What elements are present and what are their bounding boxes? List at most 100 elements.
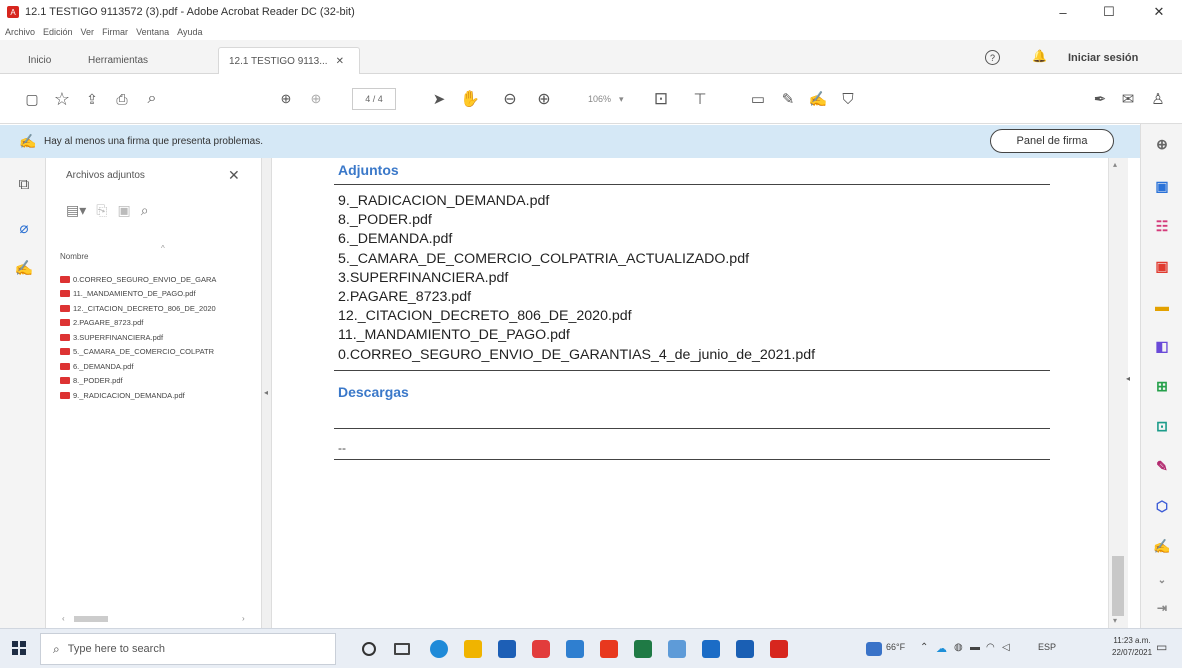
attachment-item[interactable]: 3.SUPERFINANCIERA.pdf	[60, 330, 256, 345]
export-pdf-icon[interactable]: ▣	[1152, 176, 1172, 196]
attachment-item[interactable]: 12._CITACION_DECRETO_806_DE_2020	[60, 301, 256, 316]
wifi-icon[interactable]: ◠	[986, 642, 995, 653]
notepad-icon[interactable]	[668, 640, 686, 658]
organize-pages-icon[interactable]: ☷	[1152, 216, 1172, 236]
language-indicator[interactable]: ESP	[1038, 642, 1056, 652]
share-upload-icon[interactable]: ⇪	[80, 87, 104, 111]
app-icon[interactable]	[566, 640, 584, 658]
search-icon[interactable]: ⌕	[140, 87, 164, 111]
panel-splitter[interactable]: ◂	[262, 158, 272, 628]
previous-page-icon[interactable]: ⊕	[274, 87, 298, 111]
menu-ayuda[interactable]: Ayuda	[177, 27, 202, 37]
excel-icon[interactable]	[634, 640, 652, 658]
tray-chevron-up-icon[interactable]: ⌃	[920, 642, 928, 653]
scroll-mode-icon[interactable]: ⊤	[688, 87, 712, 111]
hand-tool-icon[interactable]: ✋	[458, 87, 482, 111]
comment-tool-icon[interactable]: ▬	[1152, 296, 1172, 316]
create-icon[interactable]: ▢	[20, 87, 44, 111]
document-view[interactable]: Adjuntos 9._RADICACION_DEMANDA.pdf 8._PO…	[272, 158, 1108, 628]
maximize-button[interactable]: ☐	[1086, 0, 1132, 24]
menu-ventana[interactable]: Ventana	[136, 27, 169, 37]
highlight-pen-icon[interactable]: ✎	[776, 87, 800, 111]
page-fit-icon[interactable]: ⊡	[646, 87, 676, 111]
scroll-down-icon[interactable]: ▾	[1113, 616, 1117, 625]
column-header-name[interactable]: Nombre	[60, 252, 88, 261]
attachments-paperclip-icon[interactable]: ⌀	[14, 218, 34, 238]
print-icon[interactable]: ⎙	[110, 87, 134, 111]
more-tools-chevron-icon[interactable]: ⌄	[1152, 570, 1172, 590]
word-icon[interactable]	[736, 640, 754, 658]
tab-close-icon[interactable]: ✕	[336, 56, 344, 67]
fill-sign-icon[interactable]: ✒	[1088, 87, 1112, 111]
battery-icon[interactable]: ▬	[970, 642, 980, 653]
store-icon[interactable]	[498, 640, 516, 658]
attachments-horizontal-scrollbar[interactable]: ‹ ›	[62, 614, 250, 624]
page-number-field[interactable]: 4 / 4	[352, 88, 396, 110]
weather-temp[interactable]: 66°F	[886, 642, 905, 652]
select-cursor-icon[interactable]: ➤	[428, 87, 450, 111]
notifications-center-icon[interactable]: ▭	[1156, 640, 1167, 654]
security-app-icon[interactable]	[532, 640, 550, 658]
save-attachment-icon[interactable]: ▣	[117, 202, 130, 219]
menu-edicion[interactable]: Edición	[43, 27, 73, 37]
pages-thumbnails-icon[interactable]: ⧉	[14, 174, 34, 194]
compress-pdf-icon[interactable]: ⊞	[1152, 376, 1172, 396]
expand-tools-pane-icon[interactable]: ◂	[1126, 374, 1130, 383]
email-icon[interactable]: ✉	[1116, 87, 1140, 111]
create-pdf-icon[interactable]: ▣	[1152, 256, 1172, 276]
attachment-item[interactable]: 5._CAMARA_DE_COMERCIO_COLPATR	[60, 345, 256, 360]
menu-archivo[interactable]: Archivo	[5, 27, 35, 37]
tab-tools[interactable]: Herramientas	[78, 47, 158, 74]
calendar-icon[interactable]	[702, 640, 720, 658]
tab-document[interactable]: 12.1 TESTIGO 9113... ✕	[218, 47, 360, 74]
attachment-item[interactable]: 11._MANDAMIENTO_DE_PAGO.pdf	[60, 287, 256, 302]
signature-panel-button[interactable]: Panel de firma	[990, 129, 1114, 153]
request-signature-icon[interactable]: ✍	[1152, 536, 1172, 556]
tab-home[interactable]: Inicio	[18, 47, 61, 74]
file-explorer-icon[interactable]	[464, 640, 482, 658]
attachment-item[interactable]: 8._PODER.pdf	[60, 374, 256, 389]
edge-browser-icon[interactable]	[430, 640, 448, 658]
zoom-in-icon[interactable]: ⊕	[532, 87, 556, 111]
attachment-item[interactable]: 2.PAGARE_8723.pdf	[60, 316, 256, 331]
combine-files-icon[interactable]: ◧	[1152, 336, 1172, 356]
next-page-icon[interactable]: ⊕	[304, 87, 328, 111]
close-window-button[interactable]: ✕	[1136, 0, 1182, 24]
volume-icon[interactable]: ◁	[1002, 642, 1010, 653]
scroll-thumb[interactable]	[74, 616, 108, 622]
close-panel-icon[interactable]: ✕	[228, 167, 240, 184]
attachment-item[interactable]: 6._DEMANDA.pdf	[60, 359, 256, 374]
task-view-icon[interactable]	[394, 643, 410, 655]
zoom-level-select[interactable]: 106% ▾	[588, 88, 636, 110]
cortana-icon[interactable]	[362, 642, 376, 656]
add-attachment-icon[interactable]: ⎘	[96, 202, 107, 219]
minimize-button[interactable]: –	[1040, 0, 1086, 24]
collapse-pane-icon[interactable]: ⇥	[1152, 598, 1172, 618]
document-vertical-scrollbar[interactable]: ▴ ▾	[1108, 158, 1128, 628]
system-clock[interactable]: 11:23 a.m. 22/07/2021	[1112, 635, 1152, 659]
signin-button[interactable]: Iniciar sesión	[1068, 52, 1138, 64]
user-sign-icon[interactable]: ♙	[1146, 87, 1170, 111]
attachment-item[interactable]: 9._RADICACION_DEMANDA.pdf	[60, 388, 256, 403]
fill-and-sign-icon[interactable]: ✎	[1152, 456, 1172, 476]
scroll-right-icon[interactable]: ›	[242, 614, 245, 623]
bookmark-star-icon[interactable]: ☆	[50, 87, 74, 111]
office-icon[interactable]	[600, 640, 618, 658]
search-attachment-icon[interactable]: ⌕	[141, 202, 149, 219]
stamp-icon[interactable]: ⛉	[836, 87, 860, 111]
menu-ver[interactable]: Ver	[81, 27, 95, 37]
acrobat-taskbar-icon[interactable]	[770, 640, 788, 658]
menu-firmar[interactable]: Firmar	[102, 27, 128, 37]
network-icon[interactable]: ◍	[954, 642, 963, 653]
signatures-icon[interactable]: ✍	[14, 258, 34, 278]
weather-icon[interactable]	[866, 642, 882, 656]
scroll-up-icon[interactable]: ▴	[1113, 160, 1117, 169]
zoom-search-icon[interactable]: ⊕	[1152, 134, 1172, 154]
sign-icon[interactable]: ✍	[806, 87, 830, 111]
comment-icon[interactable]: ▭	[746, 87, 770, 111]
collapse-panel-icon[interactable]: ◂	[264, 388, 268, 397]
attachment-item[interactable]: 0.CORREO_SEGURO_ENVIO_DE_GARA	[60, 272, 256, 287]
onedrive-cloud-icon[interactable]: ☁	[936, 642, 947, 655]
protect-shield-icon[interactable]: ⬡	[1152, 496, 1172, 516]
scan-ocr-icon[interactable]: ⊡	[1152, 416, 1172, 436]
